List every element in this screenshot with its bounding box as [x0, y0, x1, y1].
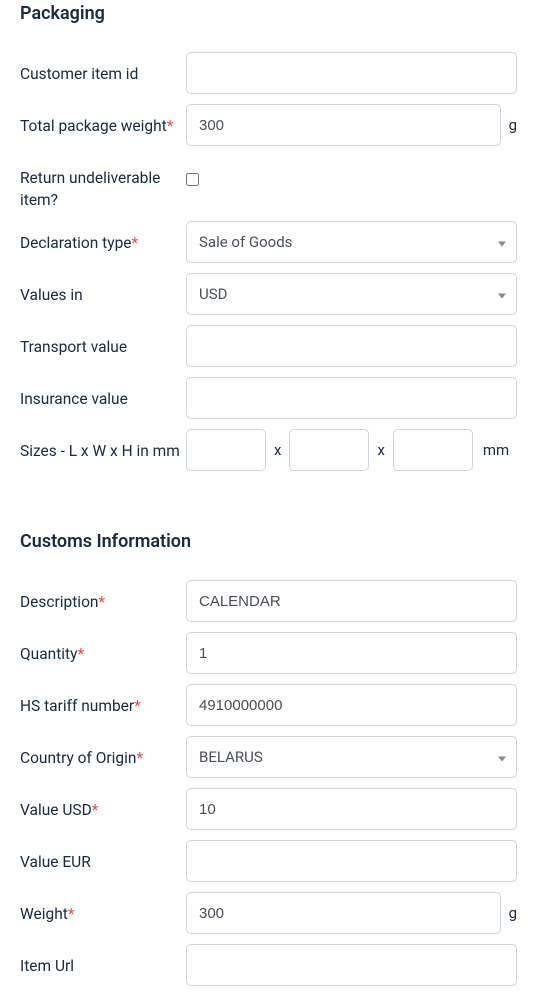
- required-marker: *: [77, 645, 84, 663]
- size-width-input[interactable]: [289, 429, 369, 471]
- return-undeliverable-row: Return undeliverable item?: [20, 156, 517, 211]
- size-separator: x: [377, 441, 384, 459]
- customer-item-id-input[interactable]: [186, 52, 517, 94]
- total-package-weight-row: Total package weight* g: [20, 104, 517, 146]
- transport-value-label: Transport value: [20, 325, 186, 359]
- hs-tariff-row: HS tariff number*: [20, 684, 517, 726]
- required-marker: *: [98, 593, 105, 611]
- values-in-select[interactable]: USD: [186, 273, 517, 315]
- weight-row: Weight* g: [20, 892, 517, 934]
- required-marker: *: [134, 697, 141, 715]
- country-of-origin-selected: BELARUS: [199, 748, 263, 766]
- description-input[interactable]: [186, 580, 517, 622]
- declaration-type-row: Declaration type* Sale of Goods: [20, 221, 517, 263]
- weight-unit: g: [507, 116, 517, 134]
- declaration-type-label-text: Declaration type: [20, 234, 132, 252]
- description-row: Description*: [20, 580, 517, 622]
- country-of-origin-label: Country of Origin*: [20, 736, 186, 770]
- weight-unit: g: [507, 904, 517, 922]
- country-of-origin-row: Country of Origin* BELARUS: [20, 736, 517, 778]
- values-in-row: Values in USD: [20, 273, 517, 315]
- sizes-label: Sizes - L x W x H in mm: [20, 429, 186, 463]
- total-package-weight-label-text: Total package weight: [20, 117, 167, 135]
- value-usd-label-text: Value USD: [20, 801, 92, 819]
- country-of-origin-label-text: Country of Origin: [20, 749, 136, 767]
- declaration-type-select[interactable]: Sale of Goods: [186, 221, 517, 263]
- size-length-input[interactable]: [186, 429, 266, 471]
- value-usd-input[interactable]: [186, 788, 517, 830]
- required-marker: *: [136, 749, 143, 767]
- customer-item-id-row: Customer item id: [20, 52, 517, 94]
- required-marker: *: [167, 117, 174, 135]
- description-label: Description*: [20, 580, 186, 614]
- quantity-label-text: Quantity: [20, 645, 77, 663]
- transport-value-input[interactable]: [186, 325, 517, 367]
- value-eur-input[interactable]: [186, 840, 517, 882]
- required-marker: *: [68, 905, 75, 923]
- declaration-type-label: Declaration type*: [20, 221, 186, 255]
- quantity-input[interactable]: [186, 632, 517, 674]
- value-usd-row: Value USD*: [20, 788, 517, 830]
- total-package-weight-label: Total package weight*: [20, 104, 186, 138]
- transport-value-row: Transport value: [20, 325, 517, 367]
- values-in-selected: USD: [199, 285, 227, 303]
- size-unit: mm: [481, 441, 509, 459]
- values-in-label: Values in: [20, 273, 186, 307]
- hs-tariff-input[interactable]: [186, 684, 517, 726]
- sizes-row: Sizes - L x W x H in mm x x mm: [20, 429, 517, 471]
- quantity-label: Quantity*: [20, 632, 186, 666]
- size-separator: x: [274, 441, 281, 459]
- value-eur-label: Value EUR: [20, 840, 186, 874]
- country-of-origin-select[interactable]: BELARUS: [186, 736, 517, 778]
- customs-heading: Customs Information: [20, 531, 517, 552]
- weight-label-text: Weight: [20, 905, 68, 923]
- declaration-type-selected: Sale of Goods: [199, 233, 292, 251]
- packaging-heading: Packaging: [20, 3, 517, 24]
- customer-item-id-label: Customer item id: [20, 52, 186, 86]
- required-marker: *: [92, 801, 99, 819]
- hs-tariff-label: HS tariff number*: [20, 684, 186, 718]
- total-package-weight-input[interactable]: [186, 104, 501, 146]
- hs-tariff-label-text: HS tariff number: [20, 697, 134, 715]
- item-url-input[interactable]: [186, 944, 517, 986]
- item-url-row: Item Url: [20, 944, 517, 986]
- description-label-text: Description: [20, 593, 98, 611]
- insurance-value-input[interactable]: [186, 377, 517, 419]
- return-undeliverable-label: Return undeliverable item?: [20, 156, 186, 211]
- item-url-label: Item Url: [20, 944, 186, 978]
- insurance-value-row: Insurance value: [20, 377, 517, 419]
- value-eur-row: Value EUR: [20, 840, 517, 882]
- quantity-row: Quantity*: [20, 632, 517, 674]
- weight-input[interactable]: [186, 892, 501, 934]
- insurance-value-label: Insurance value: [20, 377, 186, 411]
- return-undeliverable-checkbox[interactable]: [186, 173, 199, 186]
- value-usd-label: Value USD*: [20, 788, 186, 822]
- size-height-input[interactable]: [393, 429, 473, 471]
- weight-label: Weight*: [20, 892, 186, 926]
- required-marker: *: [132, 234, 139, 252]
